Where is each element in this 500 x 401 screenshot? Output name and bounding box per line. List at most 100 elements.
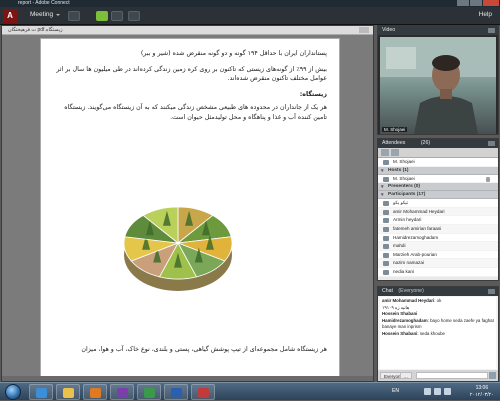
user-icon xyxy=(383,209,389,215)
host-row[interactable]: M. Shojaei xyxy=(378,174,498,184)
user-icon xyxy=(383,226,389,232)
user-icon xyxy=(383,244,389,250)
chat-messages: amir Mohammad Heydari: ok ۱۹۱۰۹ هانیه زه… xyxy=(380,297,496,369)
chat-options-icon[interactable] xyxy=(488,289,495,294)
app-icon xyxy=(117,388,128,398)
participant-row[interactable]: Armin heydari xyxy=(378,216,498,225)
share-header: ت فرهیختگان pdf.زیستگاه xyxy=(2,26,373,35)
language-indicator[interactable]: EN xyxy=(392,388,399,394)
taskbar-ie[interactable] xyxy=(29,384,53,400)
chat-message: Hossein Shabani: seda khoube xyxy=(382,330,445,336)
chat-input-bar: Everyone ... xyxy=(378,370,498,381)
clock[interactable]: 13:06 ۲۰۱۲/۰۳/۲۰ xyxy=(470,385,494,398)
app-icon xyxy=(198,388,209,398)
status-icon[interactable] xyxy=(391,149,399,156)
user-icon xyxy=(383,252,389,258)
adobe-logo-icon: A xyxy=(3,9,17,23)
taskbar-adobe-connect[interactable] xyxy=(137,384,161,400)
my-name: M. Shojaei xyxy=(393,159,415,164)
maximize-button[interactable] xyxy=(470,0,482,6)
menubar: A Meeting Help xyxy=(0,7,500,25)
ie-icon xyxy=(36,388,47,398)
person-silhouette-icon xyxy=(380,37,496,134)
folder-icon xyxy=(63,388,74,398)
chat-input[interactable] xyxy=(416,372,488,379)
video-title: Video xyxy=(382,27,396,33)
taskbar-explorer[interactable] xyxy=(56,384,80,400)
user-icon xyxy=(383,235,389,241)
share-pod: ت فرهیختگان pdf.زیستگاه پستانداران ایران… xyxy=(1,25,374,382)
group-presenters[interactable]: Presenters (0) xyxy=(378,183,498,192)
participant-row[interactable]: mahdi xyxy=(378,242,498,251)
participant-row[interactable]: تیکو یکو xyxy=(378,199,498,208)
help-menu[interactable]: Help xyxy=(479,11,492,18)
participant-row[interactable]: Hamidrezamoghadam xyxy=(378,233,498,243)
participant-name: تیکو یکو xyxy=(393,200,409,206)
video-options-icon[interactable] xyxy=(488,28,495,33)
group-hosts[interactable]: Hosts (1) xyxy=(378,166,498,175)
share-footer xyxy=(2,376,373,381)
meeting-menu[interactable]: Meeting xyxy=(30,11,61,18)
raise-hand-icon[interactable] xyxy=(128,11,140,21)
attendees-toolbar xyxy=(378,148,498,158)
participant-name: Hamidrezamoghadam xyxy=(393,234,439,240)
my-status-row[interactable]: M. Shojaei xyxy=(378,158,498,167)
participant-row[interactable]: fatemeh amirian faraani xyxy=(378,224,498,234)
user-icon xyxy=(383,160,389,165)
participant-name: amir Mohammad Heydari xyxy=(393,208,445,214)
chat-title: Chat xyxy=(382,288,393,294)
shared-file-name: ت فرهیختگان pdf.زیستگاه xyxy=(8,27,63,33)
video-user-name: M. Shojaei xyxy=(382,127,408,132)
group-participants[interactable]: Participants (17) xyxy=(378,191,498,200)
start-button[interactable] xyxy=(5,384,21,400)
host-name: M. Shojaei xyxy=(393,175,415,181)
video-pod-title: Video xyxy=(378,26,498,35)
chat-message: amir Mohammad Heydari: ok xyxy=(382,298,442,303)
doc-paragraph-3: هر یک از جانداران در محدوده های طبیعی مش… xyxy=(64,104,327,121)
flag-icon[interactable] xyxy=(444,388,451,395)
clock-date: ۲۰۱۲/۰۳/۲۰ xyxy=(469,391,494,398)
user-icon xyxy=(383,201,389,207)
chat-tab-2[interactable]: ... xyxy=(400,372,412,379)
participant-row[interactable]: nedia kani xyxy=(378,267,498,277)
microphone-icon[interactable] xyxy=(96,11,108,21)
layout-icon[interactable] xyxy=(68,11,80,21)
minimize-button[interactable] xyxy=(457,0,469,6)
close-button[interactable] xyxy=(483,0,499,6)
participant-name: fatemeh amirian faraani xyxy=(393,225,442,231)
webcam-video-feed: M. Shojaei xyxy=(380,37,496,134)
chat-pod-title: Chat (Everyone) xyxy=(378,287,498,296)
chat-message: Hamidrezamoghadam: bayo home seda zaefe … xyxy=(382,317,494,330)
participant-row[interactable]: amir Mohammad Heydari xyxy=(378,207,498,217)
media-player-icon xyxy=(90,388,101,398)
attendees-options-icon[interactable] xyxy=(488,141,495,146)
attendees-count: (26) xyxy=(420,140,431,146)
list-view-icon[interactable] xyxy=(381,149,389,156)
attendees-title: Attendees xyxy=(382,140,406,146)
doc-paragraph-2: بیش از ۹۹٪ از گونه‌های زیستی که تاکنون ب… xyxy=(56,65,327,83)
doc-paragraph-1: پستانداران ایران با حداقل ۱۹۴ گونه و دو … xyxy=(140,50,327,57)
word-icon xyxy=(171,388,182,398)
send-icon[interactable] xyxy=(489,372,496,379)
taskbar-media[interactable] xyxy=(83,384,107,400)
user-icon xyxy=(383,218,389,224)
window-controls xyxy=(457,0,499,7)
taskbar-app-7[interactable] xyxy=(191,384,215,400)
pod-options-icon[interactable] xyxy=(359,27,369,33)
attendees-pod-title: Attendees (26) xyxy=(378,139,498,148)
participant-row[interactable]: Marzieh Arab-pourian xyxy=(378,250,498,260)
participant-name: mahdi xyxy=(393,243,406,249)
participant-name: Marzieh Arab-pourian xyxy=(393,251,437,257)
participant-name: nedia kani xyxy=(393,268,414,274)
network-icon[interactable] xyxy=(424,388,431,395)
taskbar-word[interactable] xyxy=(164,384,188,400)
doc-heading: زیستگاه: xyxy=(299,90,327,98)
taskbar-app-4[interactable] xyxy=(110,384,134,400)
volume-icon[interactable] xyxy=(434,388,441,395)
system-tray: EN 13:06 ۲۰۱۲/۰۳/۲۰ xyxy=(390,383,500,401)
chat-message: Hossein Shabani xyxy=(382,311,418,317)
webcam-icon[interactable] xyxy=(111,11,123,21)
chat-scope: (Everyone) xyxy=(398,288,424,294)
participant-row[interactable]: nazim namazai xyxy=(378,259,498,268)
mic-icon xyxy=(486,176,490,182)
